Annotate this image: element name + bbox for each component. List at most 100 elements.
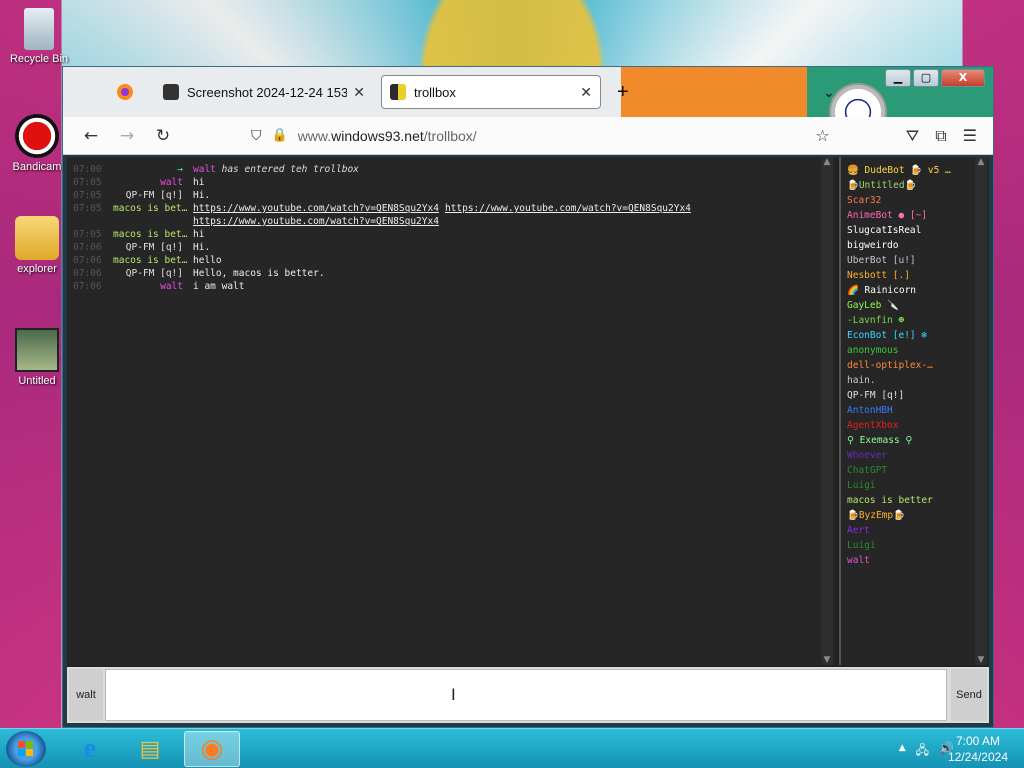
desktop-icon-label: explorer bbox=[17, 263, 57, 275]
message-time: 07:05 bbox=[73, 177, 102, 188]
message-nick[interactable]: macos is bet… bbox=[113, 254, 193, 267]
message-row: 07:00 → walt has entered teh trollbox bbox=[67, 163, 835, 176]
forward-button[interactable]: → bbox=[109, 126, 145, 146]
message-text: https://www.youtube.com/watch?v=QEN8Squ2… bbox=[193, 215, 835, 228]
clock-date: 12/24/2024 bbox=[947, 750, 1008, 764]
scroll-up-icon[interactable]: ▲ bbox=[821, 157, 833, 167]
menu-icon[interactable]: ☰ bbox=[963, 126, 977, 146]
user-list-item[interactable]: QP-FM [q!] bbox=[847, 388, 975, 403]
start-button[interactable] bbox=[6, 731, 46, 767]
user-list-item[interactable]: 🍺ByzEmp🍺 bbox=[847, 508, 975, 523]
desktop-icon-recycle-bin[interactable]: Recycle Bin bbox=[6, 8, 72, 65]
message-nick[interactable]: QP-FM [q!] bbox=[113, 189, 193, 202]
bookmark-star-icon[interactable]: ☆ bbox=[815, 126, 829, 146]
scroll-down-icon[interactable]: ▼ bbox=[975, 655, 987, 665]
scroll-up-icon[interactable]: ▲ bbox=[975, 157, 987, 167]
close-icon[interactable]: ✕ bbox=[353, 84, 365, 101]
userlist-scrollbar[interactable]: ▲ ▼ bbox=[975, 157, 987, 665]
url-prefix: www. bbox=[297, 127, 332, 144]
message-text: hi bbox=[193, 176, 835, 189]
taskbar-ie-button[interactable]: e bbox=[62, 731, 118, 767]
message-scrollbar[interactable]: ▲ ▼ bbox=[821, 157, 833, 665]
user-list-item[interactable]: dell-optiplex-… bbox=[847, 358, 975, 373]
user-list-item[interactable]: macos is better bbox=[847, 493, 975, 508]
user-list-item[interactable]: Luigi bbox=[847, 478, 975, 493]
user-list-item[interactable]: GayLeb 🔪 bbox=[847, 298, 975, 313]
user-list-item[interactable]: walt bbox=[847, 553, 975, 568]
message-nick[interactable]: QP-FM [q!] bbox=[113, 241, 193, 254]
user-list-item[interactable]: AgentXbox bbox=[847, 418, 975, 433]
url-bar[interactable]: www.windows93.net/trollbox/ bbox=[298, 128, 477, 144]
user-list-item[interactable]: AnimeBot ● [~] bbox=[847, 208, 975, 223]
extensions-icon[interactable]: ⧉ bbox=[935, 126, 946, 146]
message-nick[interactable]: macos is bet… bbox=[113, 228, 193, 241]
message-nick[interactable]: QP-FM [q!] bbox=[113, 267, 193, 280]
shield-icon[interactable]: ⛉ bbox=[251, 128, 262, 144]
user-list-item[interactable]: Nesbott [.] bbox=[847, 268, 975, 283]
send-button[interactable]: Send bbox=[951, 669, 987, 721]
tray-expand-icon[interactable]: ▲ bbox=[899, 741, 906, 762]
tab-firefox[interactable] bbox=[109, 75, 149, 109]
minimize-button[interactable]: ▁ bbox=[885, 69, 911, 87]
message-nick[interactable]: macos is bet… bbox=[113, 202, 193, 215]
scroll-down-icon[interactable]: ▼ bbox=[821, 655, 833, 665]
user-list-item[interactable]: 🍺Untitled🍺 bbox=[847, 178, 975, 193]
message-time: 07:05 bbox=[73, 229, 102, 240]
reload-button[interactable]: ↻ bbox=[145, 126, 181, 146]
taskbar-explorer-button[interactable]: ▤ bbox=[122, 731, 178, 767]
user-list-item[interactable]: 🌈 Rainicorn bbox=[847, 283, 975, 298]
tab-trollbox[interactable]: trollbox ✕ bbox=[381, 75, 601, 109]
taskbar: e ▤ ◉ ▲ 🖧 🔊 7:00 AM 12/24/2024 bbox=[0, 728, 1024, 768]
user-list-item[interactable]: ChatGPT bbox=[847, 463, 975, 478]
new-tab-button[interactable]: + bbox=[609, 75, 637, 109]
tab-bar: Screenshot 2024-12-24 153714 ✕ trollbox … bbox=[63, 67, 993, 141]
user-list-item[interactable]: UberBot [u!] bbox=[847, 253, 975, 268]
tab-screenshot[interactable]: Screenshot 2024-12-24 153714 ✕ bbox=[155, 75, 373, 109]
user-list-item[interactable]: AntonHBH bbox=[847, 403, 975, 418]
user-list-item[interactable]: Whoever bbox=[847, 448, 975, 463]
tab-label: trollbox bbox=[414, 84, 456, 100]
user-list-item[interactable]: anonymous bbox=[847, 343, 975, 358]
message-link[interactable]: https://www.youtube.com/watch?v=QEN8Squ2… bbox=[445, 203, 691, 214]
maximize-button[interactable]: ▢ bbox=[913, 69, 939, 87]
nick-button[interactable]: walt bbox=[69, 669, 103, 721]
user-list-item[interactable]: ⚲ Exemass ⚲ bbox=[847, 433, 975, 448]
user-list-item[interactable]: -Lavnfin ☻ bbox=[847, 313, 975, 328]
desktop-icon-bandicam[interactable]: Bandicam bbox=[4, 114, 70, 173]
message-link[interactable]: https://www.youtube.com/watch?v=QEN8Squ2… bbox=[193, 216, 439, 227]
user-list-item[interactable]: SlugcatIsReal bbox=[847, 223, 975, 238]
message-nick[interactable]: walt bbox=[113, 176, 193, 189]
message-row: 07:05 macos is bet… https://www.youtube.co… bbox=[67, 202, 835, 215]
message-input[interactable] bbox=[105, 669, 947, 721]
user-list-item[interactable]: bigweirdo bbox=[847, 238, 975, 253]
desktop-icon-explorer[interactable]: explorer bbox=[4, 216, 70, 275]
message-text: walt has entered teh trollbox bbox=[193, 163, 835, 176]
message-list[interactable]: 07:00 → walt has entered teh trollbox 07:05… bbox=[67, 157, 835, 665]
message-nick[interactable]: → bbox=[113, 163, 193, 176]
back-button[interactable]: ← bbox=[73, 126, 109, 146]
message-link[interactable]: https://www.youtube.com/watch?v=QEN8Squ2… bbox=[193, 203, 439, 214]
insecure-lock-icon[interactable]: 🔒 bbox=[272, 128, 288, 143]
network-icon[interactable]: 🖧 bbox=[916, 741, 929, 762]
user-list-item[interactable]: 🍔 DudeBot 🍺 v5 … bbox=[847, 163, 975, 178]
image-icon bbox=[163, 84, 179, 100]
message-time: 07:06 bbox=[73, 255, 102, 266]
window-close-button[interactable]: X bbox=[941, 69, 985, 87]
message-nick[interactable] bbox=[113, 215, 193, 228]
taskbar-firefox-button[interactable]: ◉ bbox=[184, 731, 240, 767]
pocket-icon[interactable]: ⛛ bbox=[906, 126, 919, 146]
message-nick[interactable]: walt bbox=[113, 280, 193, 293]
desktop-icon-untitled[interactable]: Untitled bbox=[4, 328, 70, 387]
close-icon[interactable]: ✕ bbox=[580, 84, 592, 101]
user-list-item[interactable]: Aert bbox=[847, 523, 975, 538]
user-list-item[interactable]: Luigi bbox=[847, 538, 975, 553]
ie-icon: e bbox=[83, 733, 97, 764]
user-list-item[interactable]: EconBot [e!] ❄ bbox=[847, 328, 975, 343]
firefox-icon: ◉ bbox=[200, 734, 224, 764]
clock[interactable]: 7:00 AM 12/24/2024 bbox=[948, 733, 1008, 765]
user-list-item[interactable]: hain. bbox=[847, 373, 975, 388]
user-list-item[interactable]: Scar32 bbox=[847, 193, 975, 208]
toolbar-right: ☆ ⛛ ⧉ ☰ bbox=[815, 126, 993, 146]
user-list: 🍔 DudeBot 🍺 v5 … 🍺Untitled🍺 Scar32 AnimeBot… bbox=[839, 157, 989, 665]
bandicam-icon bbox=[15, 114, 59, 158]
